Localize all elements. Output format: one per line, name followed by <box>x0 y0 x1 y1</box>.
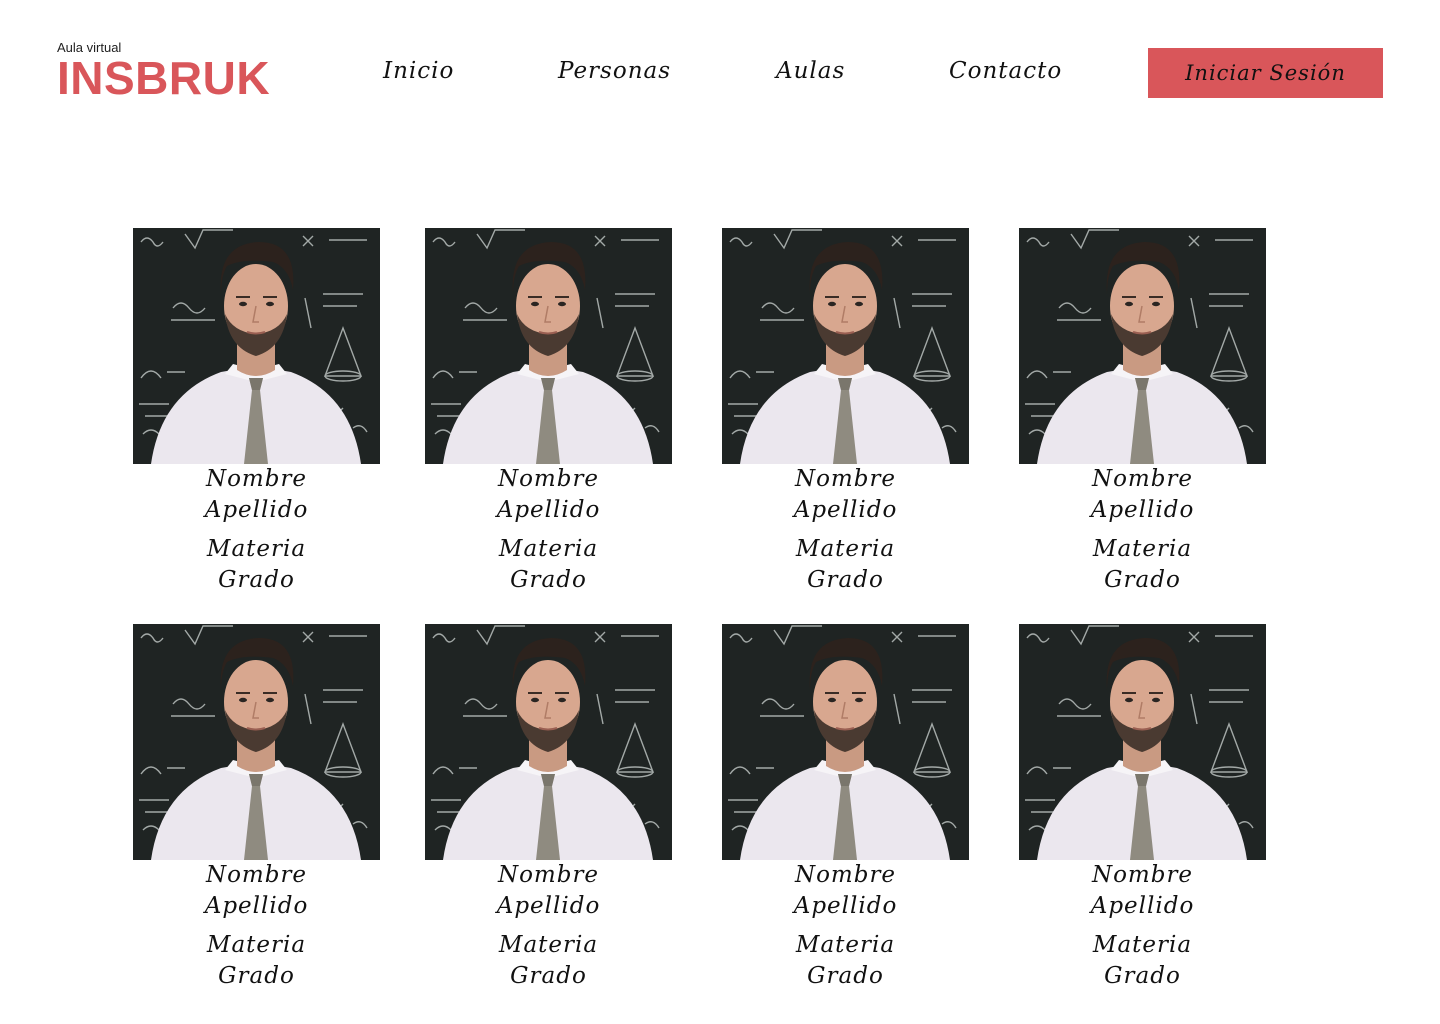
person-card[interactable]: Nombre Apellido Materia Grado <box>722 228 969 596</box>
person-grade: Grado <box>510 567 587 593</box>
person-subject: Materia <box>1092 536 1193 562</box>
person-card[interactable]: Nombre Apellido Materia Grado <box>722 624 969 992</box>
person-subject: Materia <box>498 932 599 958</box>
person-info: Nombre Apellido Materia Grado <box>1019 464 1266 596</box>
person-last-name: Apellido <box>793 893 898 919</box>
person-subject: Materia <box>795 932 896 958</box>
person-last-name: Apellido <box>496 497 601 523</box>
person-grade: Grado <box>807 963 884 989</box>
person-card[interactable]: Nombre Apellido Materia Grado <box>1019 228 1266 596</box>
person-first-name: Nombre <box>497 862 600 888</box>
person-card[interactable]: Nombre Apellido Materia Grado <box>133 228 380 596</box>
person-photo[interactable] <box>722 624 969 860</box>
person-last-name: Apellido <box>793 497 898 523</box>
person-grade: Grado <box>218 963 295 989</box>
person-grade: Grado <box>218 567 295 593</box>
person-info: Nombre Apellido Materia Grado <box>722 464 969 596</box>
person-last-name: Apellido <box>496 893 601 919</box>
person-subject: Materia <box>498 536 599 562</box>
person-info: Nombre Apellido Materia Grado <box>133 464 380 596</box>
person-card[interactable]: Nombre Apellido Materia Grado <box>425 624 672 992</box>
person-photo[interactable] <box>133 624 380 860</box>
person-info: Nombre Apellido Materia Grado <box>425 860 672 992</box>
nav-item-inicio[interactable]: Inicio <box>383 58 454 84</box>
person-subject: Materia <box>206 536 307 562</box>
nav-item-personas[interactable]: Personas <box>558 58 671 84</box>
person-card[interactable]: Nombre Apellido Materia Grado <box>133 624 380 992</box>
person-first-name: Nombre <box>497 466 600 492</box>
person-info: Nombre Apellido Materia Grado <box>722 860 969 992</box>
brand-name: INSBRUK <box>57 52 271 104</box>
person-info: Nombre Apellido Materia Grado <box>1019 860 1266 992</box>
person-last-name: Apellido <box>204 497 309 523</box>
person-first-name: Nombre <box>205 862 308 888</box>
person-photo[interactable] <box>133 228 380 464</box>
person-grade: Grado <box>510 963 587 989</box>
person-grade: Grado <box>807 567 884 593</box>
nav-item-aulas[interactable]: Aulas <box>776 58 845 84</box>
person-subject: Materia <box>795 536 896 562</box>
person-last-name: Apellido <box>1090 497 1195 523</box>
person-grade: Grado <box>1104 567 1181 593</box>
brand-logo[interactable]: Aula virtual INSBRUK <box>57 40 271 104</box>
person-grade: Grado <box>1104 963 1181 989</box>
person-info: Nombre Apellido Materia Grado <box>425 464 672 596</box>
person-last-name: Apellido <box>1090 893 1195 919</box>
person-first-name: Nombre <box>1091 466 1194 492</box>
nav-item-contacto[interactable]: Contacto <box>949 58 1062 84</box>
person-subject: Materia <box>206 932 307 958</box>
person-photo[interactable] <box>425 228 672 464</box>
person-photo[interactable] <box>722 228 969 464</box>
person-first-name: Nombre <box>794 466 897 492</box>
person-subject: Materia <box>1092 932 1193 958</box>
person-photo[interactable] <box>425 624 672 860</box>
person-photo[interactable] <box>1019 624 1266 860</box>
person-first-name: Nombre <box>794 862 897 888</box>
person-first-name: Nombre <box>1091 862 1194 888</box>
person-last-name: Apellido <box>204 893 309 919</box>
login-button[interactable]: Iniciar Sesión <box>1148 48 1383 98</box>
person-info: Nombre Apellido Materia Grado <box>133 860 380 992</box>
person-card[interactable]: Nombre Apellido Materia Grado <box>425 228 672 596</box>
person-card[interactable]: Nombre Apellido Materia Grado <box>1019 624 1266 992</box>
person-photo[interactable] <box>1019 228 1266 464</box>
person-first-name: Nombre <box>205 466 308 492</box>
